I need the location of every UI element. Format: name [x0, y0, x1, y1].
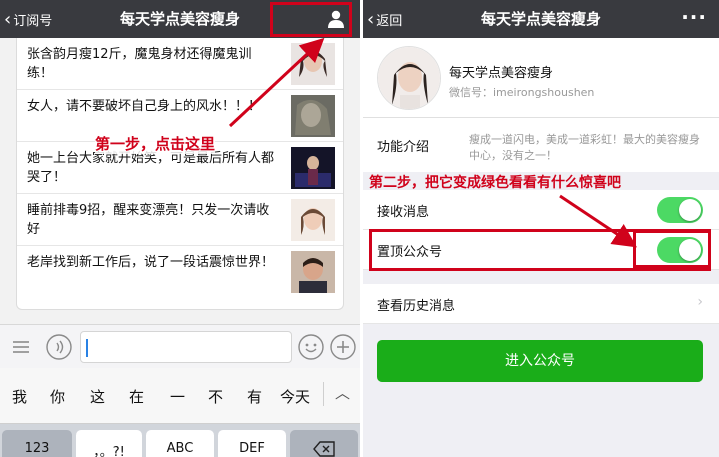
key-123[interactable]: 123	[2, 430, 72, 457]
enter-account-button[interactable]: 进入公众号	[377, 340, 703, 382]
candidate-divider	[323, 382, 324, 406]
candidate-word[interactable]: 你	[50, 386, 65, 407]
article-thumbnail	[291, 199, 335, 241]
article-item[interactable]: 睡前排毒9招，醒来变漂亮！只发一次请收好	[17, 194, 343, 246]
highlight-box-profile	[270, 2, 352, 37]
candidate-word[interactable]: 我	[12, 386, 27, 407]
history-label: 查看历史消息	[377, 299, 456, 314]
chevron-left-icon: ‹	[4, 8, 12, 30]
receive-messages-row: 接收消息	[363, 190, 719, 230]
message-input-bar	[0, 324, 360, 368]
article-thumbnail	[291, 43, 335, 85]
profile-navbar: ‹ 返回 每天学点美容瘦身 ···	[363, 0, 719, 38]
avatar-image	[378, 47, 440, 109]
text-caret	[86, 339, 88, 357]
more-icon[interactable]: ···	[681, 0, 707, 38]
article-thumbnail	[291, 95, 335, 137]
backspace-key[interactable]	[290, 430, 358, 457]
page-title: 每天学点美容瘦身	[480, 10, 601, 28]
chevron-up-icon[interactable]: ︿	[335, 382, 350, 403]
right-screen: ‹ 返回 每天学点美容瘦身 ··· 每天学点美容瘦身 微信号：imeirongs…	[363, 0, 719, 457]
menu-list-icon[interactable]	[8, 334, 34, 360]
article-item[interactable]: 张含韵月瘦12斤，魔鬼身材还得魔鬼训练！	[17, 38, 343, 90]
backspace-icon	[313, 441, 335, 457]
back-label: 订阅号	[13, 13, 53, 29]
article-item[interactable]: 老岸找到新工作后，说了一段话震惊世界！	[17, 246, 343, 298]
receive-messages-toggle[interactable]	[657, 197, 703, 223]
candidate-word[interactable]: 一	[170, 386, 185, 407]
key-punctuation[interactable]: ，。?!	[76, 430, 142, 457]
intro-text: 瘦成一道闪电，美成一道彩虹！最大的美容瘦身中心，没有之一！	[469, 133, 700, 162]
keyboard: 我 你 这 在 一 不 有 今天 ︿ 123 ，。?! ABC DEF	[0, 368, 360, 457]
toggle-knob	[679, 199, 701, 221]
account-name: 每天学点美容瘦身	[449, 66, 554, 81]
emoji-icon[interactable]	[298, 334, 324, 360]
function-intro: 功能介绍 瘦成一道闪电，美成一道彩虹！最大的美容瘦身中心，没有之一！	[363, 118, 719, 172]
article-thumbnail	[291, 251, 335, 293]
annotation-step1: 第一步，点击这里	[95, 133, 216, 154]
voice-icon[interactable]	[46, 334, 72, 360]
history-row[interactable]: 查看历史消息 ›	[363, 284, 719, 324]
highlight-box-toggle	[633, 230, 711, 268]
wechat-id: 微信号：imeirongshoushen	[449, 86, 595, 99]
key-def[interactable]: DEF	[218, 430, 286, 457]
receive-messages-label: 接收消息	[377, 205, 430, 220]
message-input[interactable]	[80, 331, 292, 363]
back-button[interactable]: ‹ 返回	[367, 0, 402, 38]
article-title: 老岸找到新工作后，说了一段话震惊世界！	[27, 255, 275, 270]
candidate-word[interactable]: 今天	[280, 386, 310, 407]
plus-icon[interactable]	[330, 334, 356, 360]
back-label: 返回	[376, 13, 403, 29]
back-to-subscriptions-button[interactable]: ‹ 订阅号	[4, 0, 52, 38]
chevron-right-icon: ›	[697, 294, 703, 310]
article-list: 张含韵月瘦12斤，魔鬼身材还得魔鬼训练！ 女人，请不要破坏自己身上的风水！！！ …	[16, 38, 344, 310]
article-title: 张含韵月瘦12斤，魔鬼身材还得魔鬼训练！	[27, 47, 252, 81]
candidate-word[interactable]: 这	[90, 386, 105, 407]
chevron-left-icon: ‹	[367, 8, 375, 30]
account-profile: 每天学点美容瘦身 微信号：imeirongshoushen	[363, 38, 719, 118]
intro-label: 功能介绍	[377, 140, 430, 155]
candidate-word[interactable]: 有	[247, 386, 262, 407]
candidate-word[interactable]: 在	[129, 386, 144, 407]
article-title: 她一上台大家就开始笑，可是最后所有人都哭了！	[27, 151, 275, 185]
article-thumbnail	[291, 147, 335, 189]
article-title: 睡前排毒9招，醒来变漂亮！只发一次请收好	[27, 203, 270, 237]
candidate-word[interactable]: 不	[208, 386, 223, 407]
key-abc[interactable]: ABC	[146, 430, 214, 457]
chat-navbar: ‹ 订阅号 每天学点美容瘦身	[0, 0, 360, 38]
candidate-bar: 我 你 这 在 一 不 有 今天 ︿	[0, 368, 360, 424]
avatar	[377, 46, 441, 110]
left-screen: ‹ 订阅号 每天学点美容瘦身 张含韵月瘦12斤，魔鬼身材还得魔鬼训练！ 女人，请…	[0, 0, 360, 457]
article-title: 女人，请不要破坏自己身上的风水！！！	[27, 99, 262, 114]
annotation-step2: 第二步，把它变成绿色看看有什么惊喜吧	[369, 175, 621, 191]
